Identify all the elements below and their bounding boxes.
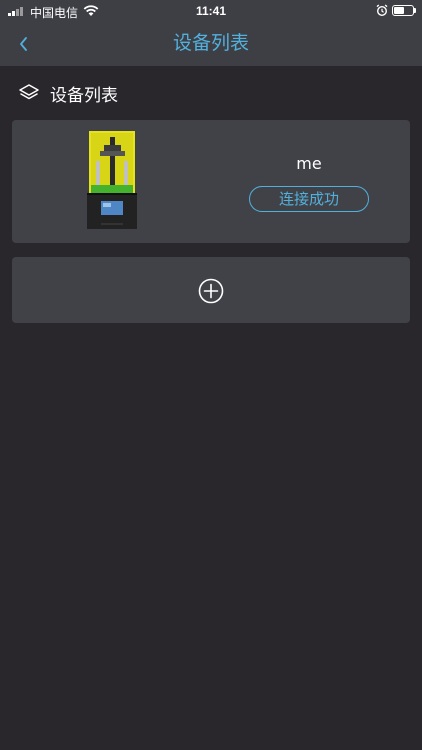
navigation-bar: 设备列表 (0, 22, 422, 66)
alarm-icon (376, 4, 388, 17)
chevron-left-icon (20, 37, 27, 51)
page-title: 设备列表 (172, 32, 249, 54)
status-bar: 中国电信 11:41 (0, 0, 422, 22)
layers-icon (19, 84, 39, 100)
printer-image (87, 131, 137, 229)
device-name: me (296, 154, 322, 173)
battery-level (394, 7, 404, 14)
battery-icon (392, 5, 414, 16)
connection-status-button[interactable]: 连接成功 (249, 186, 369, 212)
battery-cap (414, 8, 416, 13)
plus-circle-icon (198, 278, 224, 304)
status-time: 11:41 (195, 4, 227, 18)
add-device-button[interactable] (12, 257, 410, 323)
device-card[interactable]: me 连接成功 (12, 120, 410, 243)
section-title: 设备列表 (50, 86, 118, 106)
back-button[interactable] (12, 30, 40, 58)
